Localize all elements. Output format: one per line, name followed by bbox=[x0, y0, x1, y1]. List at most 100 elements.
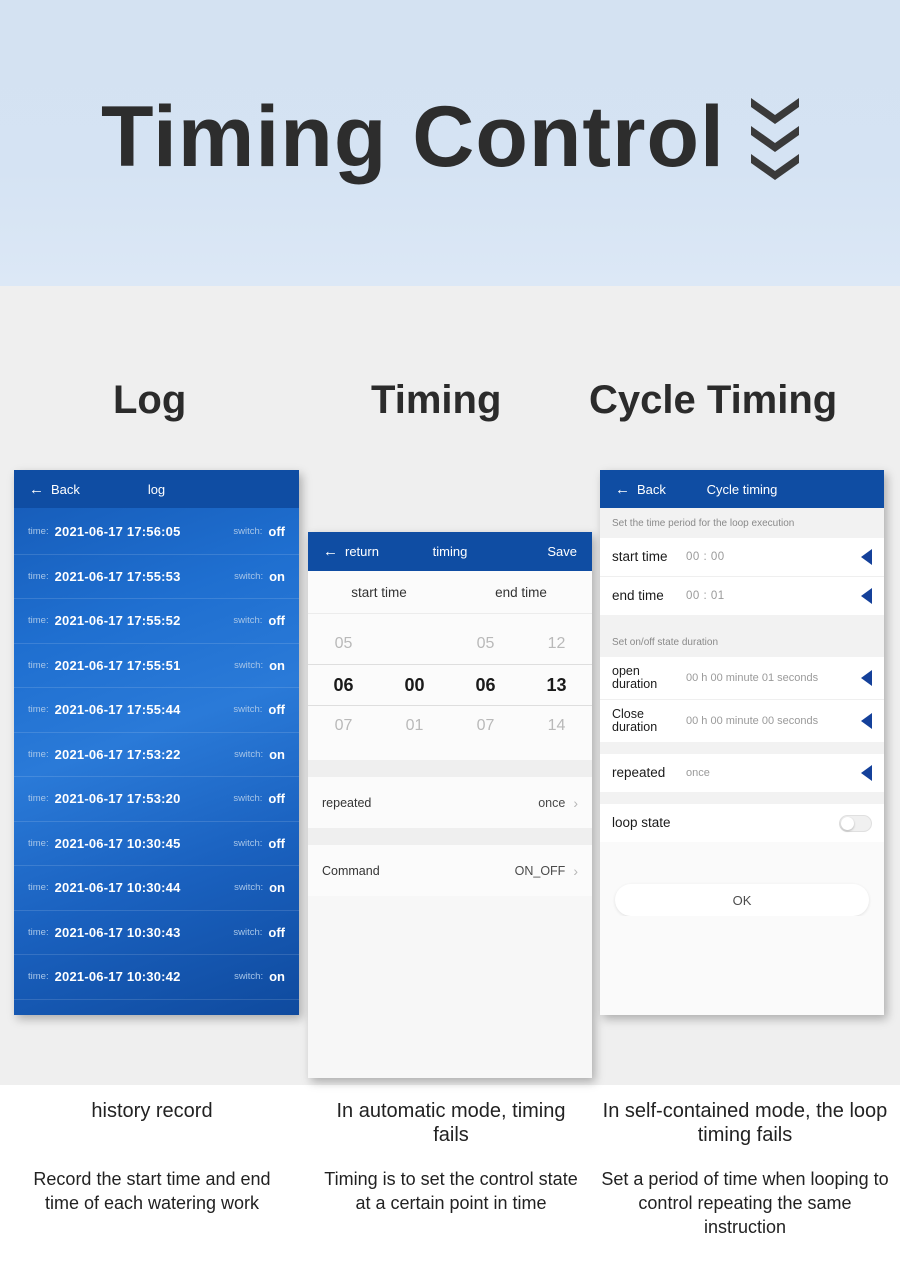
repeated-value: once bbox=[538, 795, 566, 810]
switch-label: switch: bbox=[233, 793, 263, 805]
cycle-end-time-row[interactable]: end time 00 : 01 bbox=[600, 577, 884, 615]
start-minute-below[interactable]: 01 bbox=[379, 717, 450, 735]
log-list[interactable]: time: 2021-06-17 17:56:05 switch: off time: 2… bbox=[14, 508, 299, 1000]
page-title: Timing Control bbox=[101, 89, 725, 185]
section-headings: Log Timing Cycle Timing bbox=[0, 378, 900, 436]
chevron-down-icon bbox=[750, 98, 799, 124]
save-button[interactable]: Save bbox=[547, 544, 577, 559]
time-value: 2021-06-17 10:30:43 bbox=[54, 924, 181, 940]
time-label: time: bbox=[28, 837, 49, 849]
end-hour-selected[interactable]: 06 bbox=[450, 675, 521, 696]
time-label: time: bbox=[28, 882, 49, 894]
command-label: Command bbox=[322, 863, 380, 878]
section-header-loop-period: Set the time period for the loop executi… bbox=[600, 508, 884, 538]
picker-row-below[interactable]: 07 01 07 14 bbox=[308, 706, 592, 746]
triangle-left-icon[interactable] bbox=[861, 670, 872, 686]
caption-body-log: Record the start time and end time of ea… bbox=[33, 1169, 271, 1213]
time-value: 2021-06-17 17:55:44 bbox=[54, 702, 181, 718]
end-minute-selected[interactable]: 13 bbox=[521, 675, 592, 696]
start-hour-above[interactable]: 05 bbox=[308, 635, 379, 653]
section-header-state-duration: Set on/off state duration bbox=[600, 627, 884, 657]
picker-row-above[interactable]: 05 05 12 bbox=[308, 624, 592, 664]
triangle-left-icon[interactable] bbox=[861, 549, 872, 565]
hero-banner: Timing Control bbox=[0, 0, 900, 286]
open-duration-label: open duration bbox=[612, 663, 658, 691]
time-value: 2021-06-17 17:56:05 bbox=[54, 524, 181, 540]
log-row[interactable]: time: 2021-06-17 17:55:53 switch: on bbox=[14, 555, 299, 599]
loop-state-label: loop state bbox=[612, 814, 671, 830]
timing-app-bar: ← return timing Save bbox=[308, 532, 592, 571]
chevron-down-icon bbox=[750, 126, 799, 152]
toggle-knob bbox=[841, 816, 854, 830]
end-time-value: 00 : 01 bbox=[686, 590, 725, 602]
time-label: time: bbox=[28, 615, 49, 627]
cycle-open-duration-row[interactable]: open duration 00 h 00 minute 01 seconds bbox=[600, 657, 884, 699]
time-label: time: bbox=[28, 793, 49, 805]
loop-state-toggle[interactable] bbox=[839, 814, 872, 832]
caption-head-log: history record bbox=[91, 1100, 213, 1122]
ok-button-wrapper: OK bbox=[600, 884, 884, 916]
switch-label: switch: bbox=[233, 615, 263, 627]
end-hour-above[interactable]: 05 bbox=[450, 635, 521, 653]
end-minute-below[interactable]: 14 bbox=[521, 717, 592, 735]
back-button[interactable]: ← Back bbox=[615, 482, 666, 497]
start-time-label: start time bbox=[612, 548, 668, 564]
caption-head-timing: In automatic mode, timing fails bbox=[336, 1100, 566, 1146]
time-picker[interactable]: 05 05 12 06 00 06 13 07 01 07 14 bbox=[308, 614, 592, 760]
picker-row-selected[interactable]: 06 00 06 13 bbox=[308, 664, 592, 706]
switch-label: switch: bbox=[233, 704, 263, 716]
end-minute-above[interactable]: 12 bbox=[521, 635, 592, 653]
log-row[interactable]: time: 2021-06-17 17:53:20 switch: off bbox=[14, 777, 299, 822]
ok-button[interactable]: OK bbox=[615, 884, 869, 916]
start-hour-selected[interactable]: 06 bbox=[308, 675, 379, 696]
switch-label: switch: bbox=[234, 570, 264, 582]
time-value: 2021-06-17 17:55:51 bbox=[54, 657, 181, 673]
cycle-loop-state-row[interactable]: loop state bbox=[600, 804, 884, 842]
time-value: 2021-06-17 17:53:20 bbox=[54, 791, 181, 807]
spacer bbox=[600, 842, 884, 884]
switch-value: on bbox=[269, 746, 285, 762]
log-row[interactable]: time: 2021-06-17 10:30:43 switch: off bbox=[14, 911, 299, 955]
start-hour-below[interactable]: 07 bbox=[308, 717, 379, 735]
end-hour-below[interactable]: 07 bbox=[450, 717, 521, 735]
timing-repeated-row[interactable]: repeated once › bbox=[308, 777, 592, 828]
caption-body-cycle: Set a period of time when looping to con… bbox=[601, 1169, 889, 1237]
log-row[interactable]: time: 2021-06-17 17:56:05 switch: off bbox=[14, 510, 299, 555]
cycle-close-duration-row[interactable]: Close duration 00 h 00 minute 00 seconds bbox=[600, 700, 884, 742]
time-value: 2021-06-17 17:53:22 bbox=[54, 746, 181, 762]
triangle-left-icon[interactable] bbox=[861, 588, 872, 604]
arrow-left-icon: ← bbox=[29, 480, 44, 498]
switch-label: switch: bbox=[234, 882, 264, 894]
cycle-repeated-row[interactable]: repeated once bbox=[600, 754, 884, 792]
log-row[interactable]: time: 2021-06-17 17:55:44 switch: off bbox=[14, 688, 299, 733]
repeated-label: repeated bbox=[322, 795, 372, 810]
log-row[interactable]: time: 2021-06-17 17:55:51 switch: on bbox=[14, 644, 299, 688]
return-button[interactable]: ← return bbox=[323, 544, 379, 559]
triangle-left-icon[interactable] bbox=[861, 765, 872, 781]
switch-value: on bbox=[269, 657, 285, 673]
back-button[interactable]: ← Back bbox=[29, 482, 80, 497]
timing-command-row[interactable]: Command ON_OFF › bbox=[308, 845, 592, 896]
time-label: time: bbox=[28, 926, 49, 938]
back-label: Back bbox=[637, 481, 666, 497]
log-row[interactable]: time: 2021-06-17 17:55:52 switch: off bbox=[14, 599, 299, 644]
log-row[interactable]: time: 2021-06-17 10:30:44 switch: on bbox=[14, 866, 299, 911]
heading-timing: Timing bbox=[371, 378, 502, 422]
spacer bbox=[600, 615, 884, 627]
cycle-start-time-row[interactable]: start time 00 : 00 bbox=[600, 538, 884, 576]
end-time-header: end time bbox=[495, 584, 547, 600]
time-label: time: bbox=[28, 748, 49, 760]
time-value: 2021-06-17 17:55:52 bbox=[54, 613, 181, 629]
return-label: return bbox=[345, 544, 379, 559]
log-row[interactable]: time: 2021-06-17 17:53:22 switch: on bbox=[14, 733, 299, 777]
switch-value: off bbox=[268, 835, 285, 851]
chevrons-down-icon bbox=[750, 98, 799, 180]
heading-cycle-timing: Cycle Timing bbox=[589, 378, 838, 422]
start-minute-selected[interactable]: 00 bbox=[379, 675, 450, 696]
triangle-left-icon[interactable] bbox=[861, 713, 872, 729]
command-value: ON_OFF bbox=[514, 863, 566, 878]
log-row[interactable]: time: 2021-06-17 10:30:45 switch: off bbox=[14, 822, 299, 866]
time-label: time: bbox=[28, 704, 49, 716]
log-row[interactable]: time: 2021-06-17 10:30:42 switch: on bbox=[14, 955, 299, 1000]
switch-value: off bbox=[268, 613, 285, 629]
